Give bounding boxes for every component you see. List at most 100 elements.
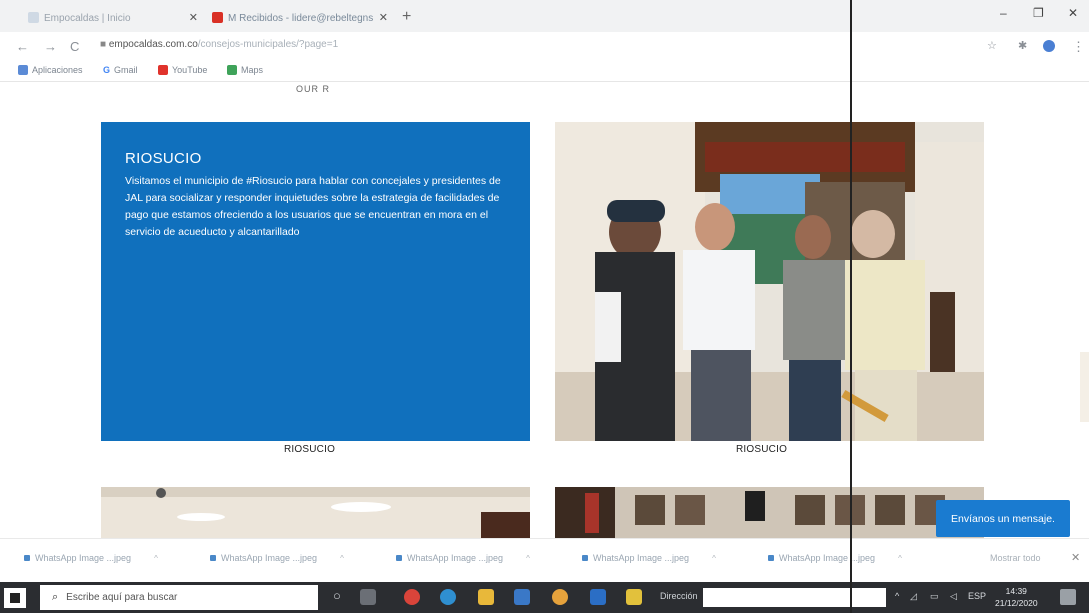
volume-icon[interactable]: ◁ bbox=[950, 591, 957, 602]
minimize-icon[interactable]: – bbox=[1000, 6, 1007, 20]
start-button[interactable] bbox=[4, 588, 26, 608]
event-photo-2-illustration bbox=[101, 487, 530, 538]
download-item[interactable]: WhatsApp Image ...jpeg ^ bbox=[582, 553, 716, 563]
download-label: WhatsApp Image ...jpeg bbox=[221, 553, 318, 563]
download-label: WhatsApp Image ...jpeg bbox=[593, 553, 690, 563]
screen: Empocaldas | Inicio ✕ M Recibidos - lide… bbox=[0, 0, 1089, 613]
meeting-photo-illustration bbox=[555, 122, 984, 441]
chevron-up-icon[interactable]: ^ bbox=[712, 554, 716, 563]
downloads-bar: WhatsApp Image ...jpeg ^ WhatsApp Image … bbox=[0, 538, 1089, 582]
close-tab-icon[interactable]: ✕ bbox=[379, 11, 388, 24]
tab-label: Empocaldas | Inicio bbox=[44, 12, 131, 24]
chrome-icon[interactable] bbox=[552, 589, 568, 605]
windows-taskbar: ⌕ Escribe aquí para buscar ○ Dirección ^… bbox=[0, 582, 1089, 613]
battery-icon[interactable]: ▭ bbox=[930, 591, 939, 602]
chat-button[interactable]: Envíanos un mensaje. bbox=[936, 500, 1070, 537]
url-path: /consejos-municipales/?page=1 bbox=[197, 39, 339, 50]
bookmark-youtube[interactable]: YouTube bbox=[158, 65, 207, 75]
file-explorer-icon[interactable] bbox=[478, 589, 494, 605]
photo-caption: RIOSUCIO bbox=[736, 444, 788, 455]
url-host: empocaldas.com.co bbox=[108, 39, 198, 50]
app-red-icon[interactable] bbox=[404, 589, 420, 605]
apps-grid-icon bbox=[18, 65, 28, 75]
taskbar-clock[interactable]: 14:39 21/12/2020 bbox=[995, 585, 1038, 609]
event-photo-2[interactable] bbox=[101, 487, 530, 538]
network-icon[interactable]: ◿ bbox=[910, 591, 917, 602]
direccion-label: Dirección bbox=[660, 591, 698, 601]
profile-avatar[interactable] bbox=[1043, 40, 1055, 52]
download-item[interactable]: WhatsApp Image ...jpeg ^ bbox=[768, 553, 902, 563]
section-heading: OUR R bbox=[296, 84, 330, 94]
bookmark-apps[interactable]: Aplicaciones bbox=[18, 65, 83, 75]
address-bar-row: ← → C ■ empocaldas.com.co/consejos-munic… bbox=[0, 32, 1089, 60]
card-title: RIOSUCIO bbox=[125, 150, 202, 167]
tab-gmail[interactable]: M Recibidos - lidere@rebeltegns ✕ bbox=[206, 6, 392, 30]
vertical-divider-line bbox=[850, 0, 852, 613]
url-field[interactable]: ■ empocaldas.com.co/consejos-municipales… bbox=[100, 39, 338, 50]
address-toolbar-input[interactable] bbox=[703, 588, 886, 607]
search-placeholder: Escribe aquí para buscar bbox=[66, 592, 178, 603]
download-label: WhatsApp Image ...jpeg bbox=[407, 553, 504, 563]
page-content: OUR R RIOSUCIO Visitamos el municipio de… bbox=[0, 82, 1089, 538]
windows-icon bbox=[10, 593, 20, 603]
language-indicator[interactable]: ESP bbox=[968, 591, 986, 601]
image-file-icon bbox=[210, 555, 216, 561]
image-file-icon bbox=[768, 555, 774, 561]
chevron-up-icon[interactable]: ^ bbox=[340, 554, 344, 563]
menu-icon[interactable]: ⋮ bbox=[1072, 39, 1085, 55]
app-blue-icon[interactable] bbox=[514, 589, 530, 605]
download-item[interactable]: WhatsApp Image ...jpeg ^ bbox=[210, 553, 344, 563]
clock-date: 21/12/2020 bbox=[995, 598, 1038, 608]
browser-tab-bar: Empocaldas | Inicio ✕ M Recibidos - lide… bbox=[0, 0, 1089, 32]
chevron-up-icon[interactable]: ^ bbox=[526, 554, 530, 563]
chevron-up-icon[interactable]: ^ bbox=[898, 554, 902, 563]
outlook-icon[interactable] bbox=[590, 589, 606, 605]
bookmarks-bar: Aplicaciones G Gmail YouTube Maps bbox=[0, 60, 1089, 82]
bookmark-label: YouTube bbox=[172, 65, 208, 75]
forward-icon[interactable]: → bbox=[44, 39, 57, 54]
restore-icon[interactable]: ❐ bbox=[1033, 6, 1044, 20]
download-label: WhatsApp Image ...jpeg bbox=[779, 553, 876, 563]
card-caption: RIOSUCIO bbox=[284, 444, 336, 455]
info-card: RIOSUCIO Visitamos el municipio de #Rios… bbox=[101, 122, 530, 441]
side-widget bbox=[1080, 352, 1089, 422]
maps-icon bbox=[227, 65, 237, 75]
tab-favicon-icon bbox=[28, 12, 39, 23]
google-icon: G bbox=[103, 65, 111, 75]
event-photo-3-illustration bbox=[555, 487, 984, 538]
extensions-icon[interactable]: ✱ bbox=[1018, 39, 1027, 52]
bookmark-maps[interactable]: Maps bbox=[227, 65, 263, 75]
card-body: Visitamos el municipio de #Riosucio para… bbox=[125, 175, 501, 238]
event-photo-3[interactable] bbox=[555, 487, 984, 538]
bookmark-label: Gmail bbox=[114, 65, 138, 75]
bookmark-star-icon[interactable]: ☆ bbox=[987, 39, 997, 52]
download-item[interactable]: WhatsApp Image ...jpeg ^ bbox=[24, 553, 158, 563]
back-icon[interactable]: ← bbox=[16, 39, 29, 54]
bookmark-label: Maps bbox=[241, 65, 264, 75]
new-tab-icon[interactable]: + bbox=[402, 8, 411, 26]
notifications-icon[interactable] bbox=[1060, 589, 1076, 605]
lock-icon: ■ bbox=[100, 39, 107, 50]
reload-icon[interactable]: C bbox=[70, 39, 79, 54]
image-file-icon bbox=[396, 555, 402, 561]
cortana-icon[interactable]: ○ bbox=[333, 588, 341, 603]
taskbar-search[interactable]: ⌕ Escribe aquí para buscar bbox=[40, 585, 318, 610]
show-all-link[interactable]: Mostrar todo bbox=[990, 553, 1041, 563]
search-icon: ⌕ bbox=[52, 591, 59, 603]
sticky-notes-icon[interactable] bbox=[626, 589, 642, 605]
download-item[interactable]: WhatsApp Image ...jpeg ^ bbox=[396, 553, 530, 563]
close-tab-icon[interactable]: ✕ bbox=[189, 11, 198, 24]
youtube-icon bbox=[158, 65, 168, 75]
meeting-photo[interactable] bbox=[555, 122, 984, 441]
image-file-icon bbox=[582, 555, 588, 561]
chevron-up-icon[interactable]: ^ bbox=[154, 554, 158, 563]
close-window-icon[interactable]: ✕ bbox=[1068, 6, 1078, 20]
bookmark-gmail[interactable]: G Gmail bbox=[103, 65, 138, 75]
edge-icon[interactable] bbox=[440, 589, 456, 605]
tab-empocaldas[interactable]: Empocaldas | Inicio ✕ bbox=[22, 6, 202, 30]
bookmark-label: Aplicaciones bbox=[32, 65, 83, 75]
task-view-icon[interactable] bbox=[360, 589, 376, 605]
chevron-up-icon[interactable]: ^ bbox=[895, 591, 899, 601]
close-downloads-icon[interactable]: ✕ bbox=[1071, 551, 1080, 564]
download-label: WhatsApp Image ...jpeg bbox=[35, 553, 132, 563]
